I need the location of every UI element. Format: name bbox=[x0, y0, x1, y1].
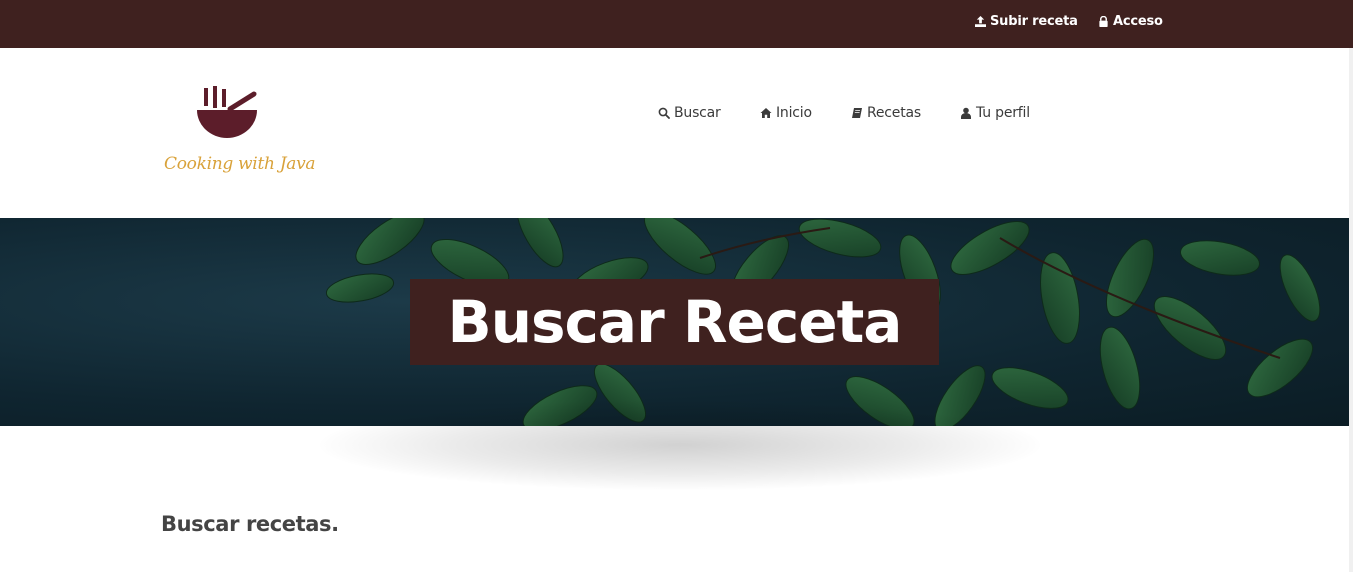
nav-home[interactable]: Inicio bbox=[760, 105, 812, 121]
home-icon bbox=[760, 108, 772, 118]
lock-icon bbox=[1099, 16, 1108, 27]
nav-recipes-label: Recetas bbox=[867, 105, 921, 121]
user-icon bbox=[961, 107, 971, 119]
nav-home-label: Inicio bbox=[776, 105, 812, 121]
nav-recipes[interactable]: Recetas bbox=[851, 105, 921, 121]
nav-profile[interactable]: Tu perfil bbox=[960, 105, 1030, 121]
section-title: Buscar recetas. bbox=[161, 512, 339, 536]
page-scrollbar[interactable] bbox=[1349, 48, 1353, 572]
hero-title-box: Buscar Receta bbox=[410, 279, 939, 365]
nav-search[interactable]: Buscar bbox=[658, 105, 721, 121]
nav-profile-label: Tu perfil bbox=[976, 105, 1030, 121]
main-nav: Buscar Inicio Recetas Tu perfil bbox=[0, 105, 1353, 125]
login-link[interactable]: Acceso bbox=[1098, 14, 1163, 29]
top-bar: Subir receta Acceso bbox=[0, 0, 1353, 48]
upload-recipe-label: Subir receta bbox=[990, 14, 1078, 29]
login-label: Acceso bbox=[1113, 14, 1163, 29]
upload-icon bbox=[975, 16, 986, 27]
book-icon bbox=[852, 108, 862, 118]
logo-text: Cooking with Java bbox=[164, 154, 316, 174]
hero-title: Buscar Receta bbox=[447, 288, 903, 356]
hero-banner: Buscar Receta bbox=[0, 218, 1349, 426]
hero-shadow bbox=[320, 400, 1040, 490]
nav-search-label: Buscar bbox=[674, 105, 721, 121]
site-logo[interactable]: Cooking with Java bbox=[160, 84, 316, 184]
upload-recipe-link[interactable]: Subir receta bbox=[975, 14, 1078, 29]
site-header: Cooking with Java Buscar Inicio Recetas bbox=[0, 48, 1353, 218]
search-icon bbox=[658, 107, 670, 119]
